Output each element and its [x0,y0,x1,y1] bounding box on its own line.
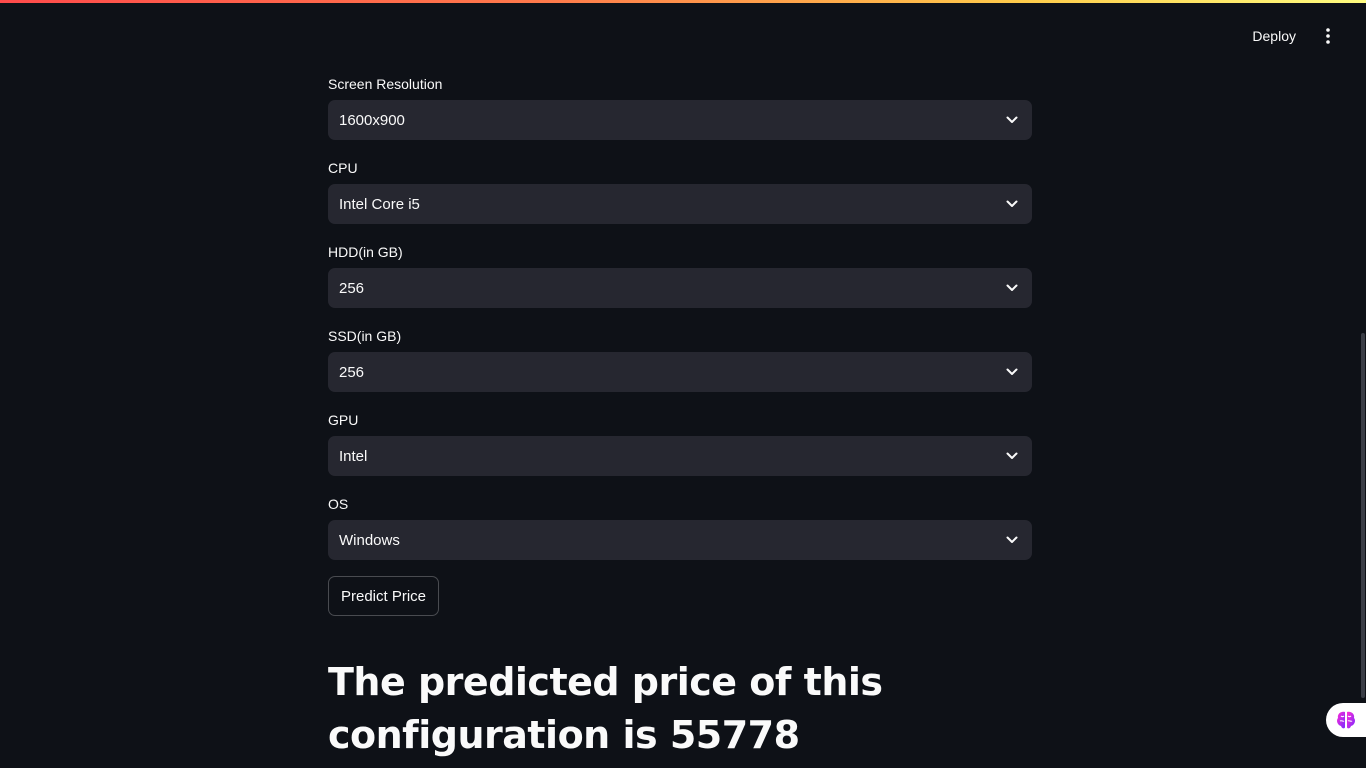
select-value: Intel Core i5 [339,195,420,213]
field-screen-resolution: Screen Resolution 1600x900 [328,72,1032,140]
app-status-badge[interactable] [1326,703,1366,737]
vertical-dots-icon [1326,28,1330,44]
chevron-down-icon [1004,196,1020,212]
field-ssd: SSD(in GB) 256 [328,324,1032,392]
gpu-select[interactable]: Intel [328,436,1032,476]
screen-resolution-select[interactable]: 1600x900 [328,100,1032,140]
field-os: OS Windows [328,492,1032,560]
field-cpu: CPU Intel Core i5 [328,156,1032,224]
chevron-down-icon [1004,280,1020,296]
brain-icon [1337,711,1355,729]
chevron-down-icon [1004,112,1020,128]
select-value: 1600x900 [339,111,405,129]
top-decoration-bar [0,0,1366,3]
select-value: Intel [339,447,368,465]
predict-price-button[interactable]: Predict Price [328,576,440,616]
field-label: SSD(in GB) [328,328,402,344]
header-actions: Deploy [1246,24,1340,48]
main-menu-button[interactable] [1316,24,1340,48]
chevron-down-icon [1004,364,1020,380]
main-content: Screen Resolution 1600x900 CPU Intel Cor… [328,72,1032,762]
field-label: GPU [328,412,359,428]
field-label: HDD(in GB) [328,244,403,260]
cpu-select[interactable]: Intel Core i5 [328,184,1032,224]
deploy-button[interactable]: Deploy [1246,24,1302,48]
select-value: Windows [339,531,400,549]
field-gpu: GPU Intel [328,408,1032,476]
chevron-down-icon [1004,532,1020,548]
predicted-price-heading: The predicted price of this configuratio… [328,660,883,757]
field-hdd: HDD(in GB) 256 [328,240,1032,308]
page-scrollbar[interactable] [1361,333,1365,698]
select-value: 256 [339,363,365,381]
os-select[interactable]: Windows [328,520,1032,560]
hdd-select[interactable]: 256 [328,268,1032,308]
select-value: 256 [339,279,365,297]
field-label: CPU [328,160,358,176]
chevron-down-icon [1004,448,1020,464]
field-label: OS [328,496,349,512]
ssd-select[interactable]: 256 [328,352,1032,392]
field-label: Screen Resolution [328,76,443,92]
